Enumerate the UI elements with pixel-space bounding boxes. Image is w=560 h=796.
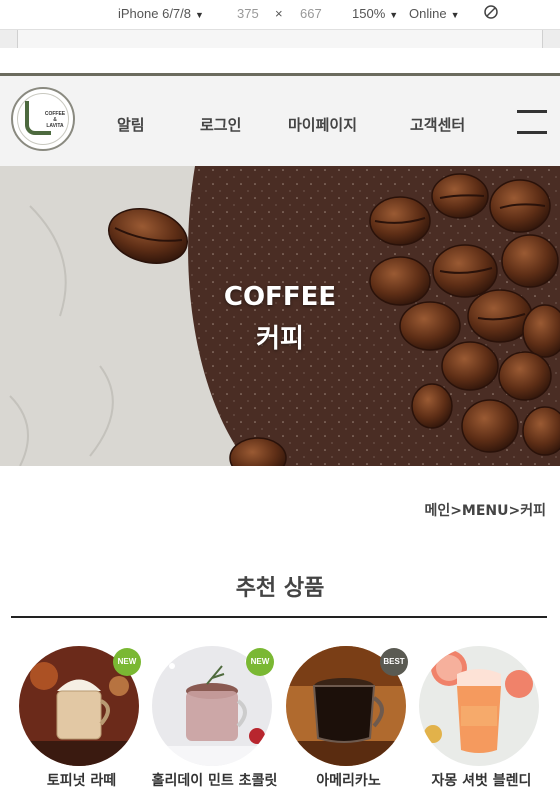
product-name: 토피넛 라떼 xyxy=(46,773,117,789)
nav-login[interactable]: 로그인 xyxy=(200,114,241,135)
hero-title-en: COFFEE xyxy=(223,282,337,312)
media-query-ruler xyxy=(0,30,560,48)
hamburger-menu-icon[interactable] xyxy=(517,110,547,134)
device-select[interactable]: iPhone 6/7/8 ▼ xyxy=(118,6,204,21)
width-input[interactable]: 375 xyxy=(237,6,259,21)
height-input[interactable]: 667 xyxy=(300,6,322,21)
zoom-label: 150% xyxy=(352,6,386,21)
viewport-top-gap xyxy=(0,48,560,73)
hero-banner: COFFEE 커피 xyxy=(0,166,560,466)
hamburger-bar xyxy=(517,131,547,134)
product-name: 홀리데이 민트 초콜릿 xyxy=(151,773,278,789)
product-name: 자몽 셔벗 블렌디 xyxy=(431,773,532,789)
product-name: 아메리카노 xyxy=(316,773,381,789)
network-select[interactable]: Online ▼ xyxy=(409,6,460,21)
logo-text: COFFEE & LAVITA xyxy=(37,111,73,129)
breadcrumb[interactable]: 메인>MENU>커피 xyxy=(424,500,546,520)
product-badge: NEW xyxy=(246,648,274,676)
product-badge: NEW xyxy=(113,648,141,676)
chevron-down-icon: ▼ xyxy=(195,10,204,20)
section-title: 추천 상품 xyxy=(235,576,325,601)
device-label: iPhone 6/7/8 xyxy=(118,6,192,21)
device-toolbar: iPhone 6/7/8 ▼ 375 × 667 150% ▼ Online ▼ xyxy=(0,0,560,30)
ruler-track xyxy=(17,30,543,48)
nav-customer-center[interactable]: 고객센터 xyxy=(410,114,465,135)
nav-notice[interactable]: 알림 xyxy=(117,114,145,135)
site-header: COFFEE & LAVITA 알림 로그인 마이페이지 고객센터 xyxy=(0,73,560,166)
logo-line-3: LAVITA xyxy=(46,123,64,129)
network-label: Online xyxy=(409,6,447,21)
hamburger-bar xyxy=(517,110,547,113)
chevron-down-icon: ▼ xyxy=(450,10,460,20)
times-sign: × xyxy=(275,6,283,21)
section-divider xyxy=(11,616,547,618)
product-image-grapefruit-sherbet-blended xyxy=(419,646,539,766)
site-logo[interactable]: COFFEE & LAVITA xyxy=(11,87,75,151)
product-badge: BEST xyxy=(380,648,408,676)
chevron-down-icon: ▼ xyxy=(389,10,399,20)
hero-title-ko: 커피 xyxy=(256,324,304,354)
nav-mypage[interactable]: 마이페이지 xyxy=(288,114,357,135)
rotate-icon[interactable] xyxy=(483,4,499,23)
zoom-select[interactable]: 150% ▼ xyxy=(352,6,398,21)
hero-image xyxy=(0,166,560,466)
